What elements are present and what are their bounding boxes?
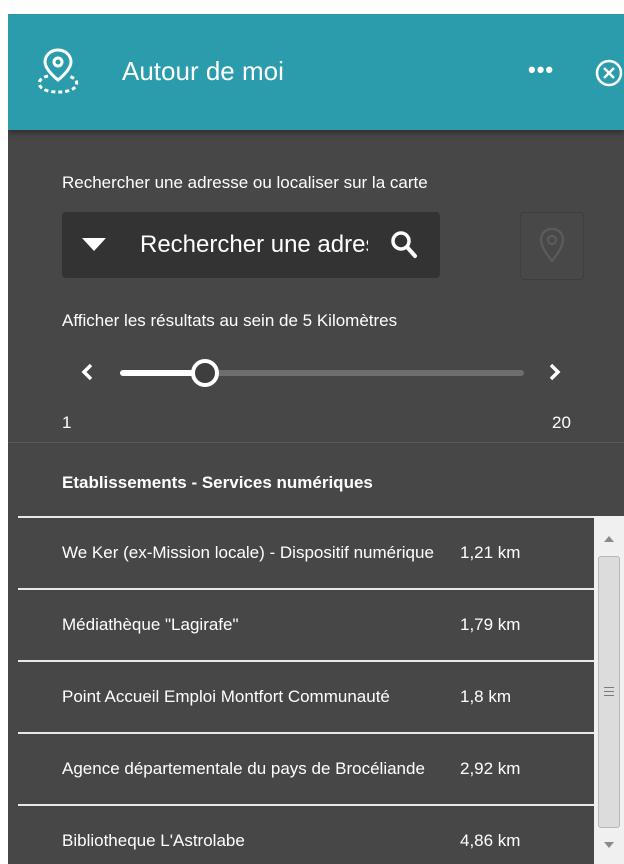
locate-me-button[interactable]: [520, 212, 584, 280]
item-distance: 1,79 km: [460, 615, 521, 634]
panel-title: Autour de moi: [122, 56, 284, 86]
item-name: Bibliotheque L'Astrolabe: [62, 831, 245, 850]
list-item[interactable]: Bibliotheque L'Astrolabe 4,86 km: [18, 806, 594, 864]
section-title: Etablissements - Services numériques: [62, 473, 373, 492]
item-distance: 4,86 km: [460, 831, 521, 850]
scroll-up-icon[interactable]: [604, 536, 614, 542]
locate-me-icon: [539, 227, 565, 263]
panel-header: Autour de moi •••: [8, 14, 624, 130]
results-list: We Ker (ex-Mission locale) - Dispositif …: [18, 516, 594, 864]
item-distance: 1,8 km: [460, 687, 512, 706]
location-pin-icon: [37, 48, 79, 94]
chevron-right-icon[interactable]: [544, 362, 564, 382]
grip-line: [604, 691, 614, 692]
slider-thumb[interactable]: [191, 359, 219, 387]
divider: [8, 442, 624, 443]
grip-line: [604, 687, 614, 688]
search-box: [62, 212, 440, 278]
item-name: Point Accueil Emploi Montfort Communauté: [62, 687, 390, 706]
around-me-panel: Autour de moi ••• Rechercher une adresse…: [8, 14, 624, 864]
scroll-thumb[interactable]: [598, 556, 620, 828]
dropdown-arrow-icon[interactable]: [82, 238, 106, 251]
search-icon[interactable]: [390, 230, 418, 260]
list-item[interactable]: We Ker (ex-Mission locale) - Dispositif …: [18, 518, 594, 590]
chevron-left-icon[interactable]: [78, 362, 98, 382]
search-label: Rechercher une adresse ou localiser sur …: [62, 173, 428, 192]
list-item[interactable]: Médiathèque "Lagirafe" 1,79 km: [18, 590, 594, 662]
item-name: Médiathèque "Lagirafe": [62, 615, 239, 634]
scrollbar[interactable]: [594, 516, 624, 864]
close-icon[interactable]: [594, 58, 624, 88]
slider-max-label: 20: [552, 413, 571, 432]
grip-line: [604, 695, 614, 696]
item-name: Agence départementale du pays de Brocéli…: [62, 759, 425, 778]
item-name: We Ker (ex-Mission locale) - Dispositif …: [62, 543, 434, 562]
scroll-down-icon[interactable]: [604, 842, 614, 848]
list-item[interactable]: Agence départementale du pays de Brocéli…: [18, 734, 594, 806]
search-input[interactable]: [140, 228, 368, 262]
item-distance: 2,92 km: [460, 759, 521, 778]
radius-slider[interactable]: [120, 359, 524, 387]
item-distance: 1,21 km: [460, 543, 521, 562]
list-item[interactable]: Point Accueil Emploi Montfort Communauté…: [18, 662, 594, 734]
more-options-icon[interactable]: •••: [528, 59, 554, 81]
radius-label: Afficher les résultats au sein de 5 Kilo…: [62, 311, 398, 330]
slider-min-label: 1: [62, 413, 72, 432]
